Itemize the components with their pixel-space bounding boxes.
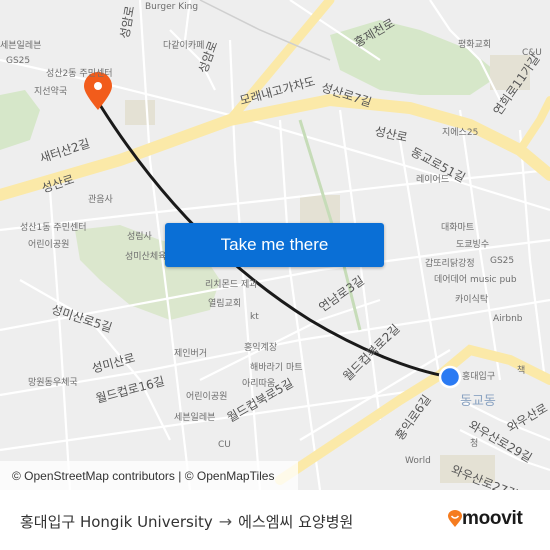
moovit-logo[interactable]: moovit: [448, 508, 523, 530]
park-area: [0, 90, 40, 150]
poi-label: 지에스25: [442, 128, 479, 138]
poi-label: 열림교회: [208, 299, 242, 309]
poi-label: World: [405, 456, 431, 466]
poi-label: 성산2동 주민센터: [46, 69, 113, 79]
park-area: [330, 20, 500, 95]
block-area: [125, 100, 155, 125]
poi-label: 책: [517, 366, 526, 376]
poi-label: 성미산체육: [125, 252, 167, 262]
route-title: 홍대입구 Hongik University → 에스엠씨 요양병원: [20, 511, 353, 532]
moovit-wordmark: moovit: [462, 508, 523, 529]
arrow-right-icon: →: [218, 512, 233, 531]
poi-label: 세븐일레븐: [0, 41, 42, 51]
footer: 홍대입구 Hongik University → 에스엠씨 요양병원 moovi…: [0, 490, 550, 550]
poi-label: 카이식탁: [455, 295, 489, 305]
poi-label: GS25: [6, 56, 31, 66]
poi-label: Airbnb: [493, 314, 523, 324]
map[interactable]: Burger King 다같이카페 세븐일레븐 GS25 성산2동 주민센터 지…: [0, 0, 550, 490]
poi-label: 홍익계장: [244, 343, 278, 353]
poi-label: 대화마트: [441, 223, 475, 233]
take-me-there-button[interactable]: Take me there: [165, 223, 384, 267]
poi-label: kt: [250, 312, 259, 322]
map-attribution[interactable]: © OpenStreetMap contributors | © OpenMap…: [0, 461, 298, 490]
poi-label: 성산1동 주민센터: [20, 223, 87, 233]
poi-label: Burger King: [145, 2, 199, 12]
poi-label: 다같이카페: [163, 41, 205, 51]
poi-label: 제인버거: [174, 349, 208, 359]
poi-label: 망원동우체국: [28, 378, 78, 388]
poi-label: 데어데어 music pub: [434, 275, 517, 285]
district-label: 동교동: [460, 394, 496, 409]
moovit-pin-icon: [448, 510, 462, 527]
poi-label: 어린이공원: [186, 392, 228, 402]
poi-label: GS25: [490, 256, 515, 266]
poi-label: 평화교회: [458, 40, 492, 50]
poi-label: 갑또리닭강정: [425, 259, 475, 269]
block-area: [300, 195, 340, 225]
poi-label: 지선약국: [34, 87, 68, 97]
destination-marker[interactable]: [438, 365, 462, 389]
poi-label: 홍대입구: [462, 372, 496, 382]
destination-name: 에스엠씨 요양병원: [238, 513, 354, 531]
poi-label: 어린이공원: [28, 240, 70, 250]
origin-name: 홍대입구 Hongik University: [20, 513, 213, 531]
poi-label: 리치몬드 제과: [205, 280, 258, 290]
poi-label: 도쿄빙수: [456, 240, 490, 250]
poi-label: 성림사: [127, 232, 152, 242]
poi-label: CU: [218, 440, 231, 450]
poi-label: 해바라기 마트: [250, 363, 303, 373]
poi-label: 관음사: [88, 195, 113, 205]
poi-label: 세븐일레븐: [174, 413, 216, 423]
